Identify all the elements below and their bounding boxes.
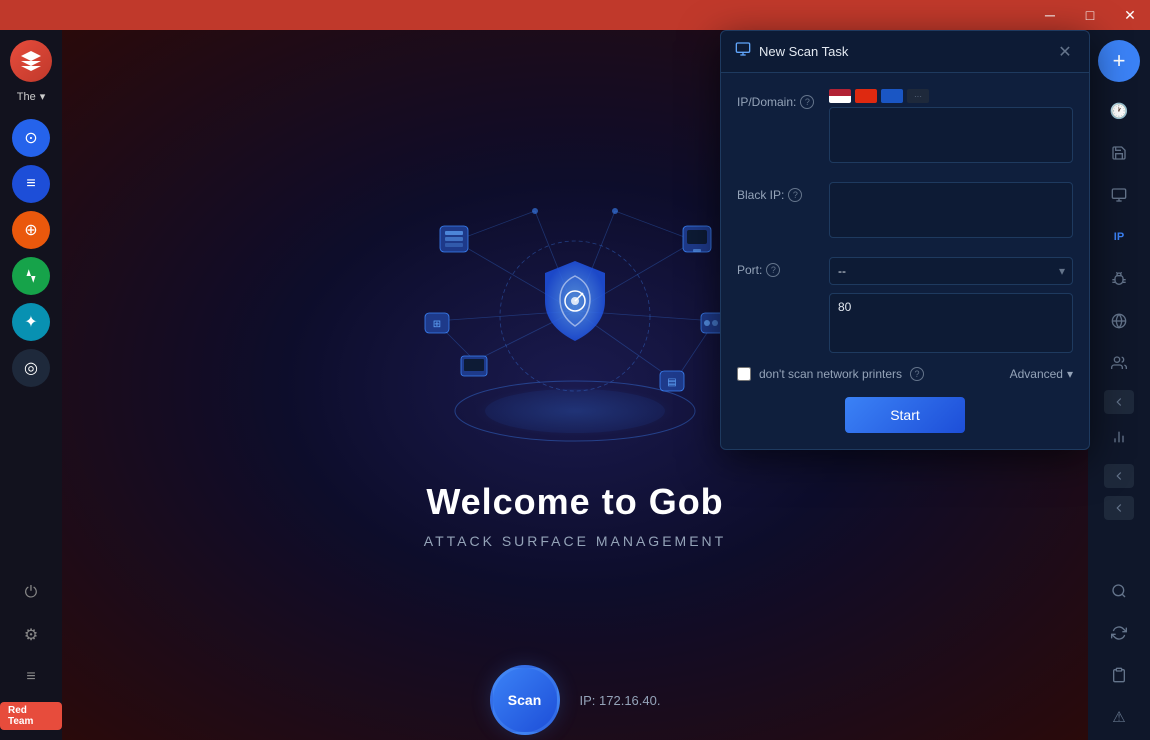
start-button[interactable]: Start — [845, 397, 965, 433]
globe-icon[interactable] — [1100, 302, 1138, 340]
chevron-down-icon: ▾ — [40, 90, 46, 103]
minimize-button[interactable]: ─ — [1030, 0, 1070, 30]
ip-flags: ··· — [829, 89, 1073, 103]
app-logo — [10, 40, 52, 82]
subtitle-text: Attack Surface Management — [424, 533, 726, 549]
bar-chart-icon[interactable] — [1100, 418, 1138, 456]
welcome-text: Welcome to Gob — [426, 481, 723, 523]
bug-icon[interactable] — [1100, 260, 1138, 298]
hero-svg: ⊞ ▤ — [375, 161, 775, 481]
dialog-scan-icon — [735, 41, 751, 62]
ip-domain-label: IP/Domain: ? — [737, 89, 817, 109]
sidebar-icon-target[interactable]: ⊕ — [12, 211, 50, 249]
dialog-title-area: New Scan Task — [735, 41, 848, 62]
svg-text:⊞: ⊞ — [433, 319, 441, 330]
port-row: Port: ? -- 80 — [737, 257, 1073, 353]
warning-icon[interactable]: ⚠ — [1100, 698, 1138, 736]
sidebar-icon-chart[interactable] — [12, 257, 50, 295]
scan-area: Scan IP: 172.16.40. — [62, 660, 1088, 740]
history-icon[interactable]: 🕐 — [1100, 92, 1138, 130]
ip-monitor-icon[interactable]: IP — [1100, 218, 1138, 256]
logo-icon — [19, 49, 43, 73]
sidebar-icon-radar[interactable]: ◎ — [12, 349, 50, 387]
printer-help-icon[interactable]: ? — [910, 367, 924, 381]
right-sidebar: + 🕐 IP ⚠ — [1088, 30, 1150, 740]
sidebar-icon-list[interactable]: ≡ — [12, 165, 50, 203]
team-text: The — [17, 91, 36, 103]
ip-label: IP: 172.16.40. — [580, 693, 661, 708]
scan-button[interactable]: Scan — [490, 665, 560, 735]
port-label: Port: ? — [737, 257, 817, 277]
sidebar-bottom: ⏻ ⚙ ≡ Red Team — [0, 574, 62, 740]
chevron-down-icon: ▾ — [1067, 367, 1073, 381]
dialog-title: New Scan Task — [759, 44, 848, 59]
flag-other1 — [881, 89, 903, 103]
monitor-icon[interactable] — [1100, 176, 1138, 214]
close-button[interactable]: ✕ — [1110, 0, 1150, 30]
port-help-icon[interactable]: ? — [766, 263, 780, 277]
left-sidebar: The ▾ ⊙ ≡ ⊕ ✦ ◎ ⏻ ⚙ ≡ Red Team — [0, 30, 62, 740]
black-ip-help-icon[interactable]: ? — [788, 188, 802, 202]
checkbox-row: don't scan network printers ? Advanced ▾ — [737, 367, 1073, 381]
flag-more: ··· — [907, 89, 929, 103]
ip-domain-control: ··· — [829, 89, 1073, 168]
svg-text:▤: ▤ — [667, 377, 676, 388]
scan-task-icon[interactable] — [1100, 572, 1138, 610]
user-group-icon[interactable] — [1100, 344, 1138, 382]
hero-illustration: ⊞ ▤ — [375, 161, 775, 481]
flag-us — [829, 89, 851, 103]
collapse-section3-icon[interactable] — [1104, 496, 1134, 520]
clipboard-icon[interactable] — [1100, 656, 1138, 694]
port-select[interactable]: -- — [829, 257, 1073, 285]
sidebar-icon-scan[interactable]: ⊙ — [12, 119, 50, 157]
port-control: -- 80 — [829, 257, 1073, 353]
collapse-section2-icon[interactable] — [1104, 464, 1134, 488]
sidebar-icon-puzzle[interactable]: ✦ — [12, 303, 50, 341]
ip-domain-input[interactable] — [829, 107, 1073, 163]
black-ip-label: Black IP: ? — [737, 182, 817, 202]
save-icon[interactable] — [1100, 134, 1138, 172]
team-label[interactable]: The ▾ — [17, 90, 46, 103]
port-value-area[interactable]: 80 — [829, 293, 1073, 353]
settings-icon[interactable]: ⚙ — [12, 616, 50, 654]
flag-cn — [855, 89, 877, 103]
no-printer-label: don't scan network printers — [759, 367, 902, 381]
collapse-section-icon[interactable] — [1104, 390, 1134, 414]
maximize-button[interactable]: □ — [1070, 0, 1110, 30]
power-icon[interactable]: ⏻ — [12, 574, 50, 612]
dialog-body: IP/Domain: ? ··· Black IP: ? — [721, 73, 1089, 449]
black-ip-row: Black IP: ? — [737, 182, 1073, 243]
add-scan-button[interactable]: + — [1098, 40, 1140, 82]
title-bar-controls: ─ □ ✕ — [1030, 0, 1150, 30]
black-ip-input[interactable] — [829, 182, 1073, 238]
dialog-close-button[interactable]: ✕ — [1055, 42, 1075, 62]
refresh-icon[interactable] — [1100, 614, 1138, 652]
ip-domain-help-icon[interactable]: ? — [800, 95, 814, 109]
red-team-badge: Red Team — [0, 702, 62, 730]
no-printer-checkbox[interactable] — [737, 367, 751, 381]
ip-domain-row: IP/Domain: ? ··· — [737, 89, 1073, 168]
title-bar: ─ □ ✕ — [0, 0, 1150, 30]
black-ip-control — [829, 182, 1073, 243]
menu-icon[interactable]: ≡ — [12, 658, 50, 696]
advanced-button[interactable]: Advanced ▾ — [1010, 367, 1073, 381]
dialog-header: New Scan Task ✕ — [721, 31, 1089, 73]
new-scan-dialog: New Scan Task ✕ IP/Domain: ? ··· — [720, 30, 1090, 450]
port-select-wrapper: -- — [829, 257, 1073, 285]
